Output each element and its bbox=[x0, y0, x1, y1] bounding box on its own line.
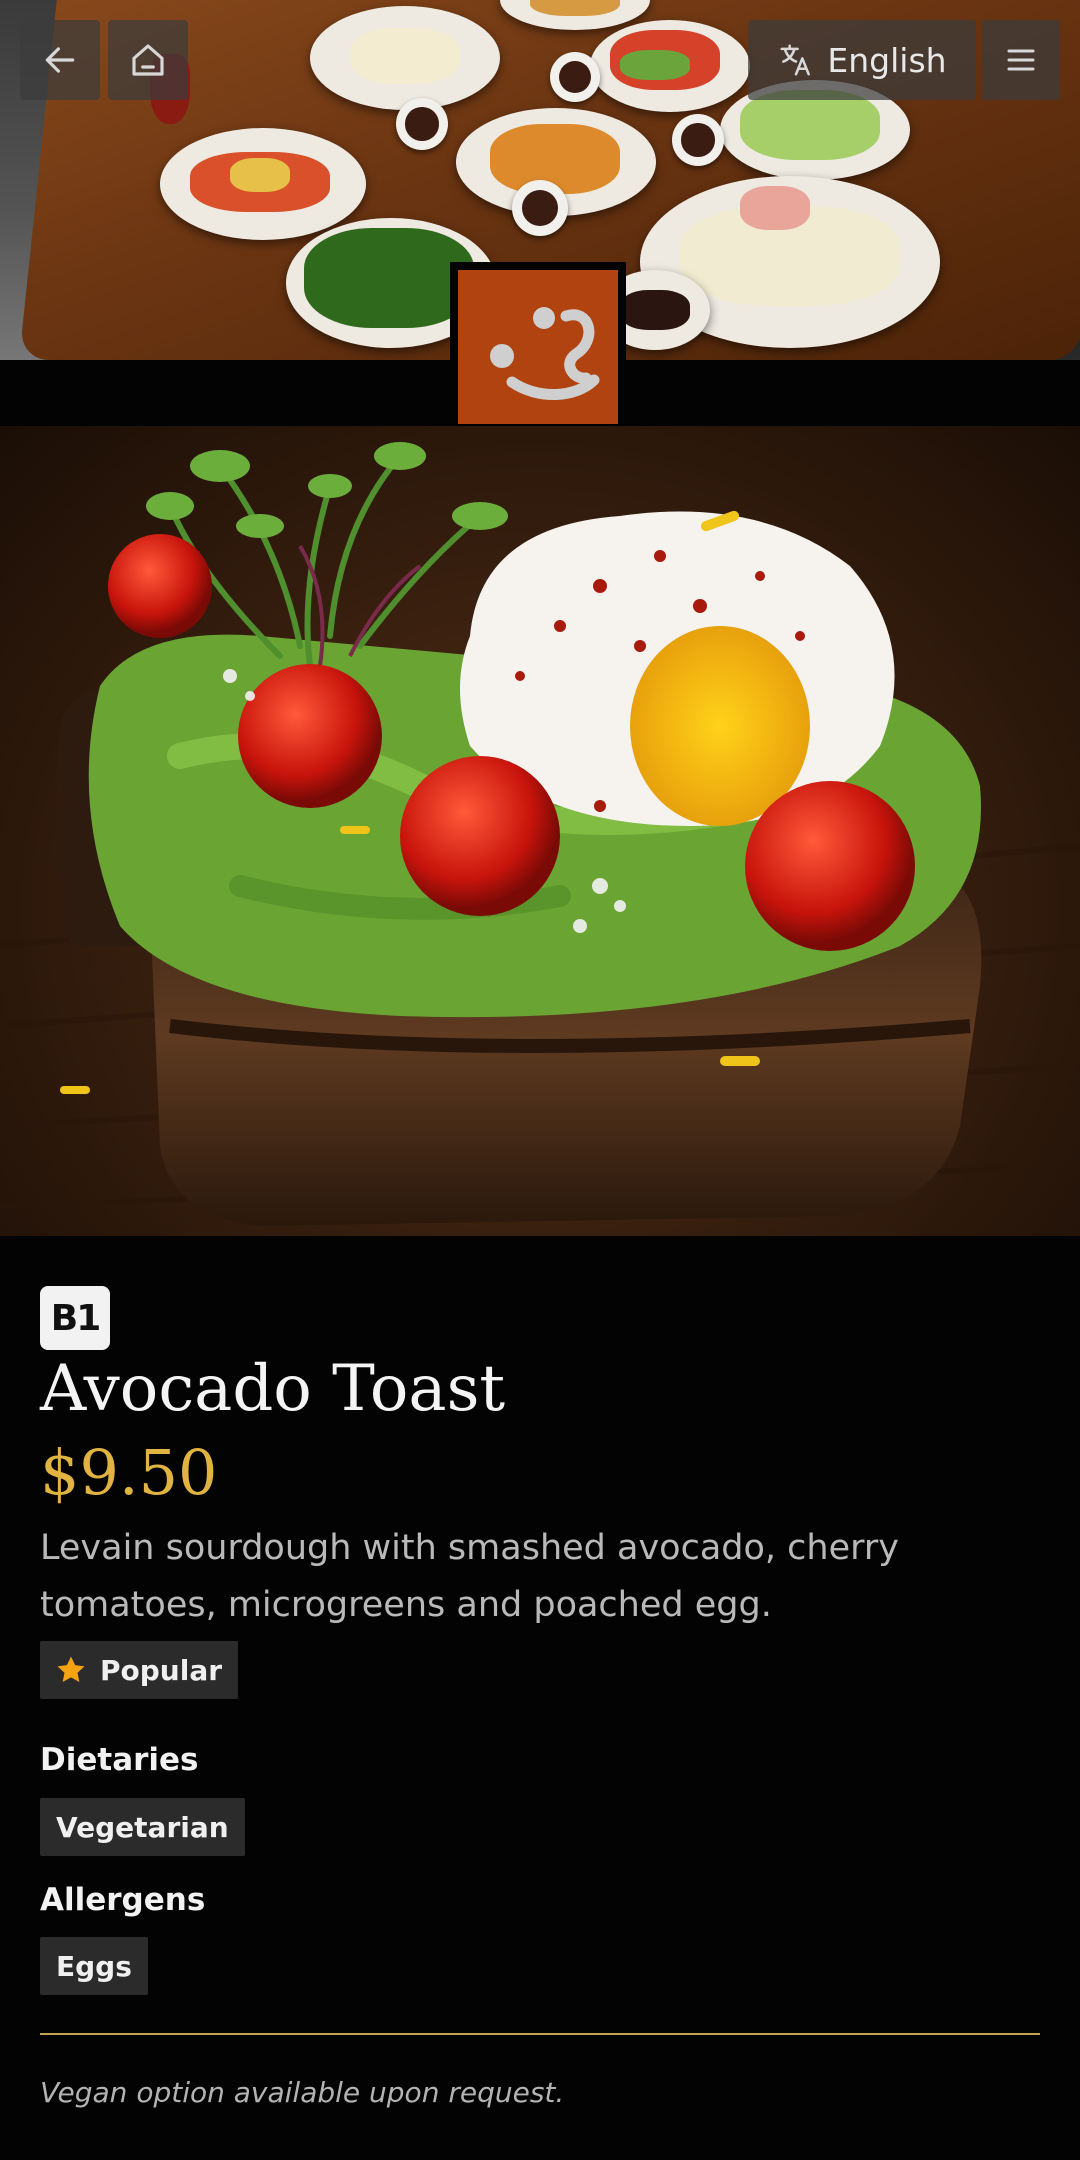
dish-photo bbox=[0, 426, 1080, 1236]
hamburger-menu-icon bbox=[1007, 49, 1035, 71]
arrow-left-icon bbox=[45, 47, 75, 73]
item-code-badge: B1 bbox=[40, 1286, 110, 1350]
home-icon bbox=[132, 44, 164, 76]
smiley-face-logo-icon bbox=[490, 307, 600, 400]
translate-icon bbox=[780, 44, 811, 76]
restaurant-logo[interactable] bbox=[450, 262, 626, 432]
home-button[interactable] bbox=[108, 20, 188, 100]
allergen-tag: Eggs bbox=[40, 1937, 148, 1995]
language-label: English bbox=[827, 40, 947, 80]
dietaries-heading: Dietaries bbox=[40, 1742, 199, 1778]
star-icon bbox=[57, 1656, 85, 1683]
popular-badge: Popular bbox=[40, 1641, 239, 1699]
back-button[interactable] bbox=[20, 20, 100, 100]
item-title: Avocado Toast bbox=[40, 1352, 506, 1426]
dietary-tag: Vegetarian bbox=[40, 1798, 245, 1856]
language-selector[interactable]: English bbox=[748, 20, 976, 100]
item-description: Levain sourdough with smashed avocado, c… bbox=[40, 1528, 899, 1625]
allergens-heading: Allergens bbox=[40, 1882, 206, 1918]
menu-button[interactable] bbox=[982, 20, 1060, 100]
divider bbox=[40, 2033, 1040, 2035]
item-price: $9.50 bbox=[40, 1436, 218, 1509]
popular-badge-label: Popular bbox=[100, 1653, 223, 1687]
item-note: Vegan option available upon request. bbox=[40, 2076, 565, 2109]
